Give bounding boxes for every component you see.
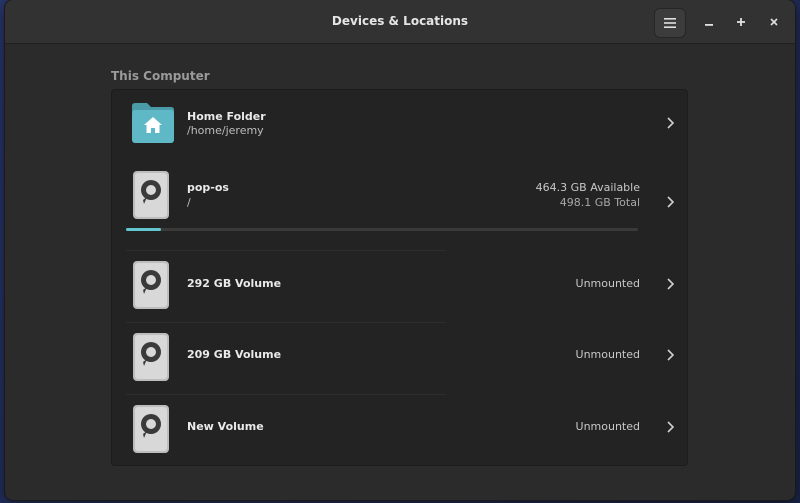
home-folder-path: /home/jeremy xyxy=(187,124,264,137)
plus-icon xyxy=(737,18,745,26)
location-row-pop-os[interactable]: pop-os / 464.3 GB Available 498.1 GB Tot… xyxy=(112,156,687,248)
location-row-new-volume[interactable]: New Volume Unmounted xyxy=(112,394,687,465)
drive-icon xyxy=(133,405,169,453)
volume-name: 209 GB Volume xyxy=(187,348,282,361)
disk-usage-fill xyxy=(126,228,161,231)
minimize-button[interactable] xyxy=(694,8,724,36)
pop-os-path: / xyxy=(187,196,191,209)
volume-name: 292 GB Volume xyxy=(187,277,282,290)
close-button[interactable] xyxy=(759,8,789,36)
disk-usage-bar xyxy=(126,228,638,231)
devices-window: Devices & Locations This Computer Home F… xyxy=(5,0,795,500)
location-row-volume-292[interactable]: 292 GB Volume Unmounted xyxy=(112,250,687,322)
minimize-icon xyxy=(705,24,713,26)
maximize-button[interactable] xyxy=(726,8,756,36)
location-row-home[interactable]: Home Folder /home/jeremy xyxy=(112,90,687,156)
pop-os-name: pop-os xyxy=(187,181,229,194)
drive-icon xyxy=(133,333,169,381)
chevron-right-icon xyxy=(667,349,675,361)
volume-name: New Volume xyxy=(187,420,264,433)
chevron-right-icon xyxy=(667,421,675,433)
home-folder-icon xyxy=(132,103,174,143)
close-icon xyxy=(770,18,778,26)
chevron-right-icon xyxy=(667,196,675,208)
menu-button[interactable] xyxy=(654,8,686,38)
section-heading: This Computer xyxy=(111,69,210,83)
devices-list: Home Folder /home/jeremy pop-os / 464.3 … xyxy=(111,89,688,466)
chevron-right-icon xyxy=(667,117,675,129)
drive-icon xyxy=(133,261,169,309)
pop-os-total: 498.1 GB Total xyxy=(559,196,640,209)
pop-os-available: 464.3 GB Available xyxy=(535,181,640,194)
chevron-right-icon xyxy=(667,278,675,290)
drive-icon xyxy=(133,171,169,219)
home-folder-name: Home Folder xyxy=(187,110,266,123)
hamburger-icon xyxy=(664,18,676,28)
location-row-volume-209[interactable]: 209 GB Volume Unmounted xyxy=(112,322,687,394)
title-bar[interactable]: Devices & Locations xyxy=(5,0,795,44)
volume-status: Unmounted xyxy=(575,420,640,433)
volume-status: Unmounted xyxy=(575,348,640,361)
volume-status: Unmounted xyxy=(575,277,640,290)
